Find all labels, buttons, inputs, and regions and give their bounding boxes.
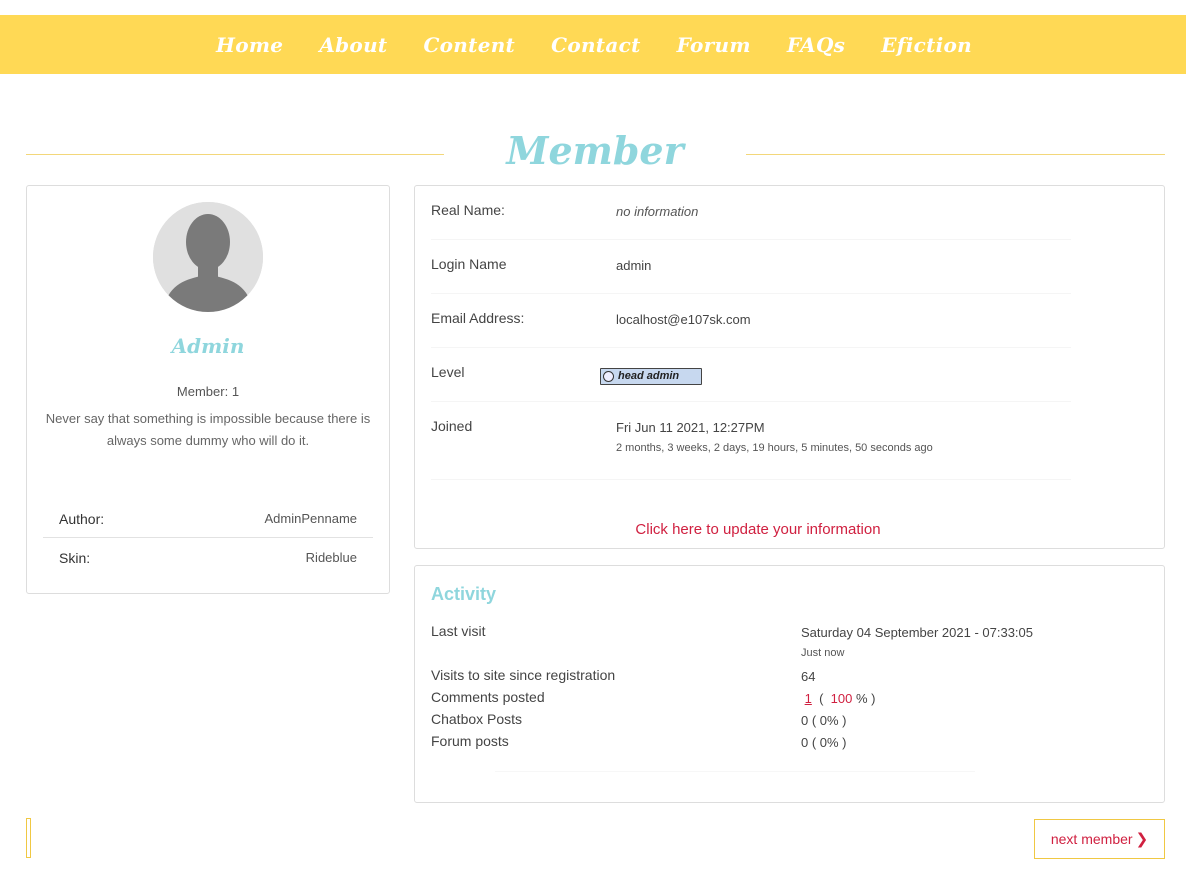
- login-name-label: Login Name: [431, 256, 507, 272]
- joined-value: Fri Jun 11 2021, 12:27PM: [616, 420, 765, 435]
- page-title-row: Member Profile: [26, 124, 1165, 227]
- previous-member-button[interactable]: [26, 818, 31, 858]
- forum-posts-row: Forum posts 0 ( 0% ): [431, 733, 1151, 755]
- level-row: Level: [431, 348, 1071, 402]
- skin-row: Skin: Rideblue: [43, 539, 373, 577]
- nav-item-contact: Contact: [551, 33, 641, 57]
- visits-row: Visits to site since registration 64: [431, 667, 1151, 689]
- nav-item-about: About: [319, 33, 387, 57]
- nav-item-content: Content: [423, 33, 515, 57]
- comments-percent: 100: [830, 691, 853, 706]
- last-visit-value: Saturday 04 September 2021 - 07:33:05: [801, 625, 1033, 640]
- login-name-value: admin: [616, 258, 652, 273]
- avatar: [153, 202, 263, 312]
- last-visit-label: Last visit: [431, 623, 486, 639]
- member-name: Admin: [171, 334, 245, 358]
- nav-item-forum: Forum: [677, 33, 751, 57]
- activity-card: Activity Last visit Saturday 04 Septembe…: [414, 565, 1165, 803]
- next-member-button[interactable]: next member ❯: [1034, 819, 1165, 859]
- profile-details-card: Real Name: no information Login Name adm…: [414, 185, 1165, 549]
- joined-ago: 2 months, 3 weeks, 2 days, 19 hours, 5 m…: [616, 442, 933, 454]
- activity-title: Activity: [431, 584, 497, 604]
- nav-list: Home About Content Contact Forum FAQs Ef…: [0, 15, 1186, 74]
- admin-badge-icon: [603, 371, 614, 382]
- visits-value: 64: [801, 669, 816, 684]
- nav-item-home: Home: [216, 33, 283, 57]
- last-visit-row: Last visit Saturday 04 September 2021 - …: [431, 623, 1151, 667]
- member-summary-card: Admin Member: 1 Never say that something…: [26, 185, 390, 594]
- chatbox-value: 0 ( 0% ): [801, 713, 847, 728]
- main-navbar: Home About Content Contact Forum FAQs Ef…: [0, 15, 1186, 74]
- chatbox-row: Chatbox Posts 0 ( 0% ): [431, 711, 1151, 733]
- last-visit-relative: Just now: [801, 647, 845, 659]
- level-badge-label: head admin: [618, 370, 680, 382]
- nav-link-about[interactable]: About: [319, 33, 387, 57]
- real-name-value: no information: [616, 204, 699, 219]
- author-value: AdminPenname: [264, 511, 358, 526]
- forum-posts-value: 0 ( 0% ): [801, 735, 847, 750]
- member-signature: Never say that something is impossible b…: [45, 411, 371, 448]
- skin-label: Skin:: [59, 550, 91, 566]
- forum-posts-label: Forum posts: [431, 733, 509, 749]
- real-name-row: Real Name: no information: [431, 186, 1071, 240]
- comments-count-link[interactable]: 1: [805, 691, 812, 706]
- nav-link-home[interactable]: Home: [216, 33, 283, 57]
- nav-link-contact[interactable]: Contact: [551, 33, 641, 57]
- email-value: localhost@e107sk.com: [616, 312, 751, 327]
- nav-link-content[interactable]: Content: [423, 33, 515, 57]
- nav-link-efiction[interactable]: Efiction: [881, 33, 972, 57]
- author-label: Author:: [59, 511, 105, 527]
- joined-row: Joined Fri Jun 11 2021, 12:27PM 2 months…: [431, 402, 1071, 480]
- title-divider-left: [26, 154, 444, 155]
- level-label: Level: [431, 364, 465, 380]
- author-row: Author: AdminPenname: [43, 500, 373, 538]
- level-badge: head admin: [600, 368, 702, 385]
- comments-row: Comments posted 1 ( 100 % ): [431, 689, 1151, 711]
- email-row: Email Address: localhost@e107sk.com: [431, 294, 1071, 348]
- nav-item-efiction: Efiction: [881, 33, 972, 57]
- nav-link-faqs[interactable]: FAQs: [787, 33, 845, 57]
- update-info-link[interactable]: Click here to update your information: [415, 521, 1101, 538]
- nav-item-faqs: FAQs: [787, 33, 845, 57]
- real-name-label: Real Name:: [431, 202, 505, 218]
- visits-label: Visits to site since registration: [431, 667, 616, 683]
- title-divider-right: [746, 154, 1165, 155]
- skin-value: Rideblue: [305, 550, 357, 565]
- login-name-row: Login Name admin: [431, 240, 1071, 294]
- chatbox-label: Chatbox Posts: [431, 711, 523, 727]
- next-member-label: next member: [1050, 831, 1133, 847]
- comments-label: Comments posted: [431, 689, 545, 705]
- member-number: Member: 1: [176, 384, 240, 399]
- email-label: Email Address:: [431, 310, 525, 326]
- chevron-right-icon: ❯: [1135, 831, 1149, 848]
- comments-value: 1 ( 100 % ): [804, 691, 876, 706]
- joined-label: Joined: [431, 418, 473, 434]
- nav-link-forum[interactable]: Forum: [677, 33, 751, 57]
- activity-divider: [495, 771, 975, 772]
- user-silhouette-icon: [153, 202, 263, 312]
